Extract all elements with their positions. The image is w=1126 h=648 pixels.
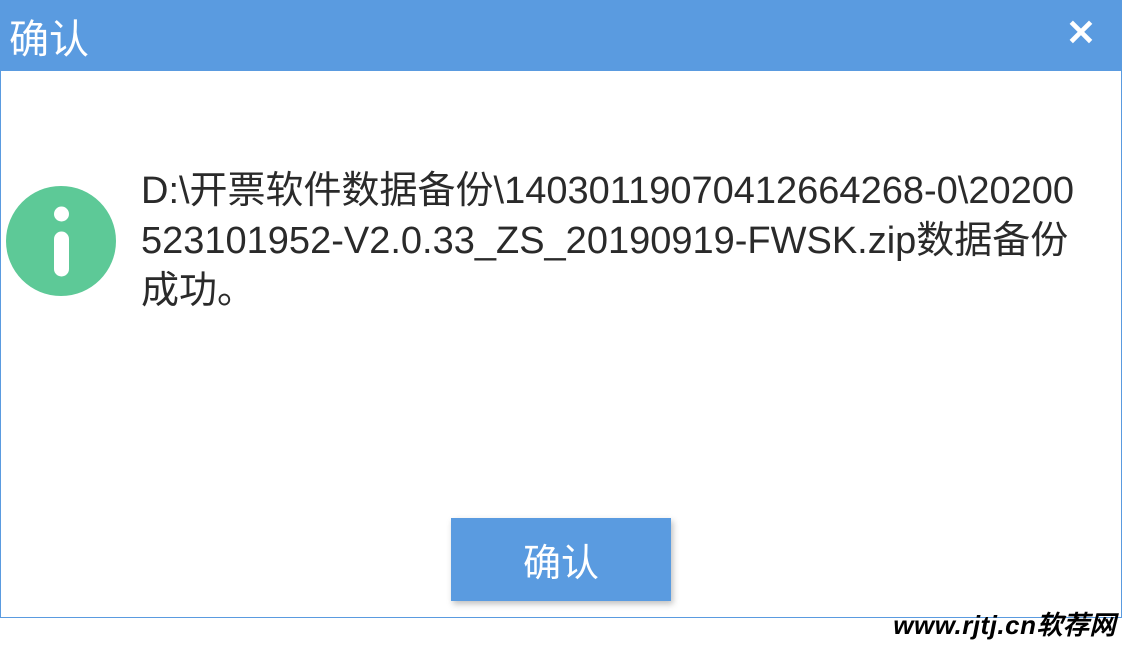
title-bar: 确认 ✕: [1, 1, 1121, 71]
confirm-button[interactable]: 确认: [451, 518, 671, 601]
confirm-dialog: 确认 ✕ D:\开票软件数据备份\140301190704126642​68-0…: [0, 0, 1122, 618]
watermark-text: www.rjtj.cn软荐网: [893, 605, 1116, 642]
dialog-message: D:\开票软件数据备份\140301190704126642​68-0\2020…: [141, 166, 1081, 316]
dialog-title: 确认: [9, 7, 89, 65]
button-area: 确认: [451, 518, 671, 601]
dialog-content: D:\开票软件数据备份\140301190704126642​68-0\2020…: [1, 71, 1121, 336]
info-icon: [6, 186, 116, 296]
close-icon[interactable]: ✕: [1061, 16, 1101, 56]
